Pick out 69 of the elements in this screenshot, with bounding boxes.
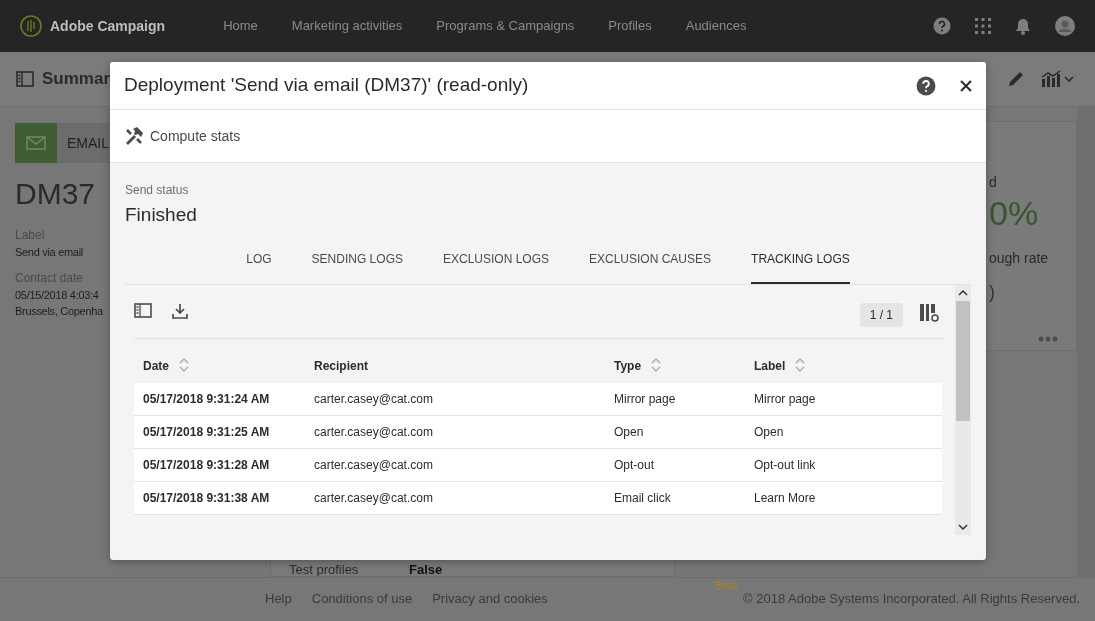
column-header[interactable]: Date	[134, 350, 305, 383]
stat-text: )	[989, 280, 996, 304]
copyright-text: © 2018 Adobe Systems Incorporated. All Rights Reserved.	[743, 590, 1080, 609]
panel-icon[interactable]	[16, 71, 34, 87]
sort-icon[interactable]	[795, 357, 806, 372]
bell-icon[interactable]	[1015, 17, 1031, 35]
beta-tag: Beta	[715, 579, 738, 591]
column-header[interactable]: Recipient	[305, 350, 605, 383]
tab[interactable]: SENDING LOGS	[311, 241, 403, 284]
table-cell: carter.casey@cat.com	[305, 382, 605, 415]
table-cell: carter.casey@cat.com	[305, 448, 605, 481]
table-cell: Open	[605, 415, 745, 448]
nav-link[interactable]: Profiles	[608, 16, 652, 36]
detail-label: Test profiles	[289, 562, 360, 576]
tab[interactable]: TRACKING LOGS	[751, 241, 850, 284]
chart-dropdown-icon[interactable]	[1041, 70, 1075, 88]
page-title: Summar	[42, 68, 111, 91]
tab[interactable]: EXCLUSION LOGS	[442, 241, 549, 284]
delivery-code: DM37	[15, 176, 96, 212]
table-cell: 05/17/2018 9:31:38 AM	[134, 481, 305, 514]
table-cell: Learn More	[745, 481, 942, 514]
send-status-label: Send status	[125, 182, 190, 199]
send-status-value: Finished	[125, 203, 198, 227]
apps-grid-icon[interactable]	[975, 18, 991, 34]
table-scrollbar[interactable]	[955, 284, 971, 535]
table-cell: Email click	[605, 481, 745, 514]
table-cell: 05/17/2018 9:31:25 AM	[134, 415, 305, 448]
column-header[interactable]: Type	[605, 350, 745, 383]
nav-link[interactable]: Marketing activities	[291, 16, 403, 36]
logo-icon	[20, 15, 42, 37]
stat-text: ough rate	[989, 248, 1050, 268]
brand-name[interactable]: Adobe Campaign	[50, 15, 166, 37]
help-icon[interactable]	[916, 75, 936, 96]
table-cell: 05/17/2018 9:31:24 AM	[134, 382, 305, 415]
compute-stats-button[interactable]: Compute stats	[124, 125, 241, 147]
pencil-icon[interactable]	[1007, 70, 1025, 88]
avatar-icon[interactable]	[1055, 16, 1075, 36]
table-cell: 05/17/2018 9:31:28 AM	[134, 448, 305, 481]
stat-text: d	[989, 173, 998, 192]
field-value: Send via email	[15, 245, 83, 260]
panel-icon[interactable]	[134, 302, 152, 318]
table-cell: carter.casey@cat.com	[305, 415, 605, 448]
sort-icon[interactable]	[179, 357, 189, 372]
field-value: 05/15/2018 4:03:4	[15, 287, 99, 303]
table-cell: Opt-out link	[745, 448, 942, 481]
sort-icon[interactable]	[651, 357, 662, 372]
table-cell: Open	[745, 415, 942, 448]
close-icon[interactable]	[960, 79, 972, 92]
envelope-icon	[26, 136, 46, 150]
channel-label: EMAIL	[66, 133, 109, 153]
dialog-title: Deployment 'Send via email (DM37)' (read-only)	[124, 73, 529, 98]
field-value: Brussels, Copenha	[15, 304, 103, 319]
table-cell: carter.casey@cat.com	[305, 481, 605, 514]
nav-link[interactable]: Home	[223, 16, 258, 36]
pagination-indicator: 1 / 1	[859, 302, 903, 327]
table-cell: Mirror page	[605, 382, 745, 415]
table-cell: Opt-out	[605, 448, 745, 481]
stat-text: 0%	[989, 193, 1040, 234]
tab[interactable]: LOG	[246, 241, 272, 284]
nav-link[interactable]: Audiences	[685, 16, 747, 36]
nav-link[interactable]: Programs & Campaigns	[436, 16, 575, 36]
column-settings-icon[interactable]	[919, 302, 939, 322]
help-icon[interactable]	[933, 17, 951, 35]
download-icon[interactable]	[172, 302, 188, 319]
detail-value: False	[409, 562, 443, 576]
hammer-wrench-icon	[124, 126, 144, 146]
column-header[interactable]: Label	[745, 350, 942, 383]
table-cell: Mirror page	[745, 382, 942, 415]
tab[interactable]: EXCLUSION CAUSES	[589, 241, 712, 284]
